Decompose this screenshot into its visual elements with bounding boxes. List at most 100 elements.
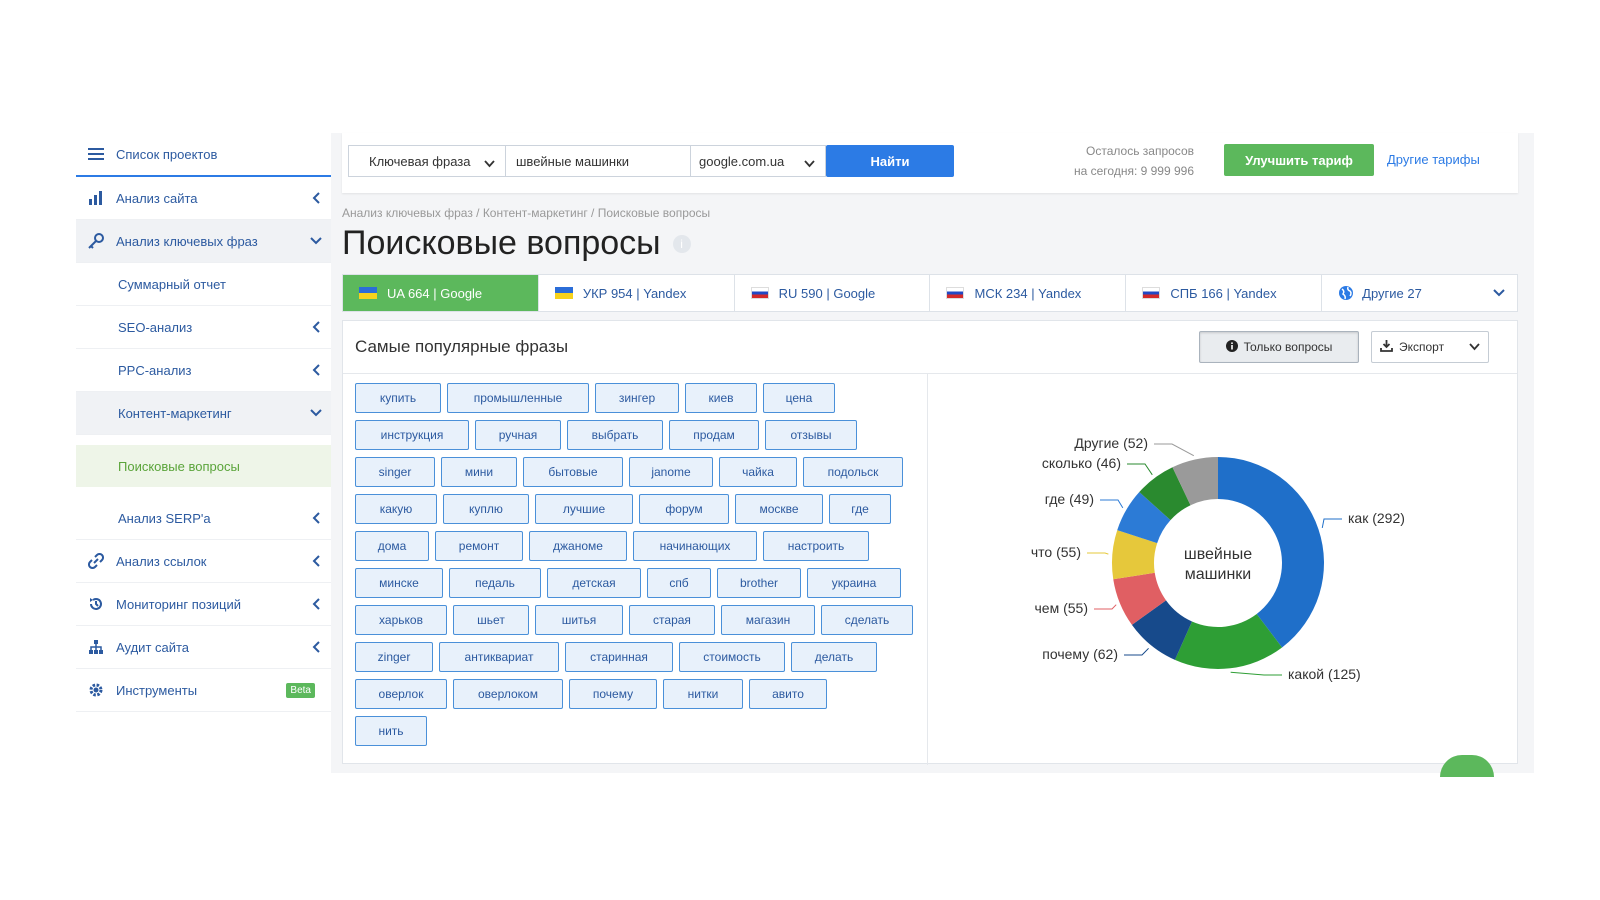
- phrase-tag[interactable]: мини: [441, 457, 517, 487]
- phrase-tag[interactable]: оверлок: [355, 679, 447, 709]
- tab-ua-google[interactable]: UA 664 | Google: [343, 275, 539, 311]
- phrase-tag[interactable]: начинающих: [633, 531, 757, 561]
- phrase-tag[interactable]: украина: [807, 568, 901, 598]
- gear-icon: [76, 682, 116, 698]
- sidebar-item-site-analysis[interactable]: Анализ сайта: [76, 177, 331, 220]
- phrase-tag[interactable]: где: [829, 494, 891, 524]
- sidebar-item-summary[interactable]: Суммарный отчет: [76, 263, 331, 306]
- tab-other[interactable]: Другие 27: [1322, 275, 1517, 311]
- sidebar-item-audit[interactable]: Аудит сайта: [76, 626, 331, 669]
- phrase-tag[interactable]: спб: [647, 568, 711, 598]
- phrase-tag[interactable]: антиквариат: [439, 642, 559, 672]
- phrase-tag[interactable]: нитки: [663, 679, 743, 709]
- sidebar-item-label: Поисковые вопросы: [118, 458, 240, 474]
- phrase-tag[interactable]: ручная: [475, 420, 561, 450]
- phrase-tag[interactable]: настроить: [763, 531, 869, 561]
- phrase-tag[interactable]: дома: [355, 531, 429, 561]
- questions-donut-chart: как (292) какой (125) почему (62) чем (55) ч…: [1031, 435, 1405, 682]
- phrase-tag[interactable]: отзывы: [765, 420, 857, 450]
- phrase-tag[interactable]: brother: [717, 568, 801, 598]
- search-input[interactable]: швейные машинки: [505, 145, 691, 177]
- phrase-tag[interactable]: какую: [355, 494, 437, 524]
- phrase-tag[interactable]: детская: [547, 568, 641, 598]
- phrase-tag[interactable]: делать: [791, 642, 877, 672]
- quota-line1: Осталось запросов: [1086, 144, 1194, 158]
- sidebar-item-label: Суммарный отчет: [118, 276, 226, 292]
- phrase-tag[interactable]: ремонт: [435, 531, 523, 561]
- phrase-tag[interactable]: шьет: [453, 605, 529, 635]
- export-button[interactable]: Экспорт: [1371, 331, 1489, 363]
- phrase-tag[interactable]: куплю: [443, 494, 529, 524]
- chart-center-label: швейные: [1184, 546, 1252, 563]
- phrase-tag[interactable]: zinger: [355, 642, 433, 672]
- tab-ukr-yandex[interactable]: УКР 954 | Yandex: [539, 275, 735, 311]
- phrase-tag[interactable]: оверлоком: [453, 679, 563, 709]
- phrase-tag[interactable]: нить: [355, 716, 427, 746]
- sidebar-item-links[interactable]: Анализ ссылок: [76, 540, 331, 583]
- phrase-tag[interactable]: продам: [669, 420, 759, 450]
- phrase-tag[interactable]: минске: [355, 568, 443, 598]
- sidebar-item-ppc[interactable]: PPC-анализ: [76, 349, 331, 392]
- sidebar-item-search-questions[interactable]: Поисковые вопросы: [76, 445, 331, 487]
- phrase-tag[interactable]: магазин: [721, 605, 815, 635]
- phrase-tag[interactable]: москве: [735, 494, 823, 524]
- phrase-tag[interactable]: киев: [685, 383, 757, 413]
- slice-leader-line: [1230, 671, 1282, 676]
- search-mode-select[interactable]: Ключевая фраза: [348, 145, 506, 177]
- sidebar-item-label: Анализ ключевых фраз: [116, 233, 258, 249]
- sidebar-item-monitoring[interactable]: Мониторинг позиций: [76, 583, 331, 626]
- phrase-tag[interactable]: шитья: [535, 605, 623, 635]
- russia-flag-icon: [750, 287, 769, 299]
- slice-leader-line: [1100, 499, 1124, 509]
- sidebar-item-label: Мониторинг позиций: [116, 596, 242, 612]
- other-tariffs-link[interactable]: Другие тарифы: [1387, 152, 1480, 167]
- slice-label: Другие (52): [1074, 435, 1148, 451]
- phrase-tag[interactable]: подольск: [803, 457, 903, 487]
- phrase-tag[interactable]: выбрать: [567, 420, 663, 450]
- phrase-tag[interactable]: лучшие: [535, 494, 633, 524]
- engine-select[interactable]: google.com.ua: [690, 145, 826, 177]
- phrase-tag[interactable]: цена: [763, 383, 835, 413]
- sidebar-item-tools[interactable]: Инструменты Beta: [76, 669, 331, 712]
- phrase-tag[interactable]: старая: [629, 605, 715, 635]
- tab-msk-yandex[interactable]: МСК 234 | Yandex: [930, 275, 1127, 311]
- sidebar-item-label: PPC-анализ: [118, 362, 192, 378]
- sidebar-item-keyword-analysis[interactable]: Анализ ключевых фраз: [76, 220, 331, 263]
- menu-icon: [76, 147, 116, 161]
- upgrade-button[interactable]: Улучшить тариф: [1224, 144, 1374, 176]
- info-icon[interactable]: i: [672, 234, 691, 253]
- tab-ru-google[interactable]: RU 590 | Google: [735, 275, 931, 311]
- phrase-tag[interactable]: авито: [749, 679, 827, 709]
- phrase-tag[interactable]: педаль: [449, 568, 541, 598]
- page-title: Поисковые вопросы: [342, 224, 661, 262]
- panel-title: Самые популярные фразы: [355, 337, 569, 356]
- sidebar-item-seo[interactable]: SEO-анализ: [76, 306, 331, 349]
- phrase-tag[interactable]: зингер: [595, 383, 679, 413]
- link-icon: [76, 553, 116, 569]
- only-questions-label: Только вопросы: [1243, 340, 1333, 354]
- phrase-tag[interactable]: почему: [569, 679, 657, 709]
- sidebar-item-projects[interactable]: Список проектов: [76, 133, 331, 177]
- phrase-tag[interactable]: купить: [355, 383, 441, 413]
- phrase-tag[interactable]: старинная: [565, 642, 673, 672]
- phrase-tag[interactable]: чайка: [719, 457, 797, 487]
- chart-center-label: машинки: [1185, 566, 1251, 583]
- slice-label: почему (62): [1042, 646, 1118, 662]
- export-label: Экспорт: [1399, 340, 1445, 354]
- sidebar: Список проектов Анализ сайта Анализ ключ…: [76, 133, 331, 773]
- phrase-tag[interactable]: стоимость: [679, 642, 785, 672]
- find-button[interactable]: Найти: [826, 145, 954, 177]
- phrase-tag[interactable]: харьков: [355, 605, 447, 635]
- phrase-tag[interactable]: форум: [639, 494, 729, 524]
- phrase-tag[interactable]: бытовые: [523, 457, 623, 487]
- sidebar-item-serp[interactable]: Анализ SERP'а: [76, 497, 331, 540]
- phrase-tag[interactable]: сделать: [821, 605, 913, 635]
- phrase-tag[interactable]: инструкция: [355, 420, 469, 450]
- phrase-tag[interactable]: singer: [355, 457, 435, 487]
- phrase-tag[interactable]: джаноме: [529, 531, 627, 561]
- phrase-tag[interactable]: janome: [629, 457, 713, 487]
- sidebar-item-content-marketing[interactable]: Контент-маркетинг: [76, 392, 331, 435]
- phrase-tag[interactable]: промышленные: [447, 383, 589, 413]
- tab-spb-yandex[interactable]: СПБ 166 | Yandex: [1126, 275, 1323, 311]
- only-questions-button[interactable]: Только вопросы: [1199, 331, 1359, 363]
